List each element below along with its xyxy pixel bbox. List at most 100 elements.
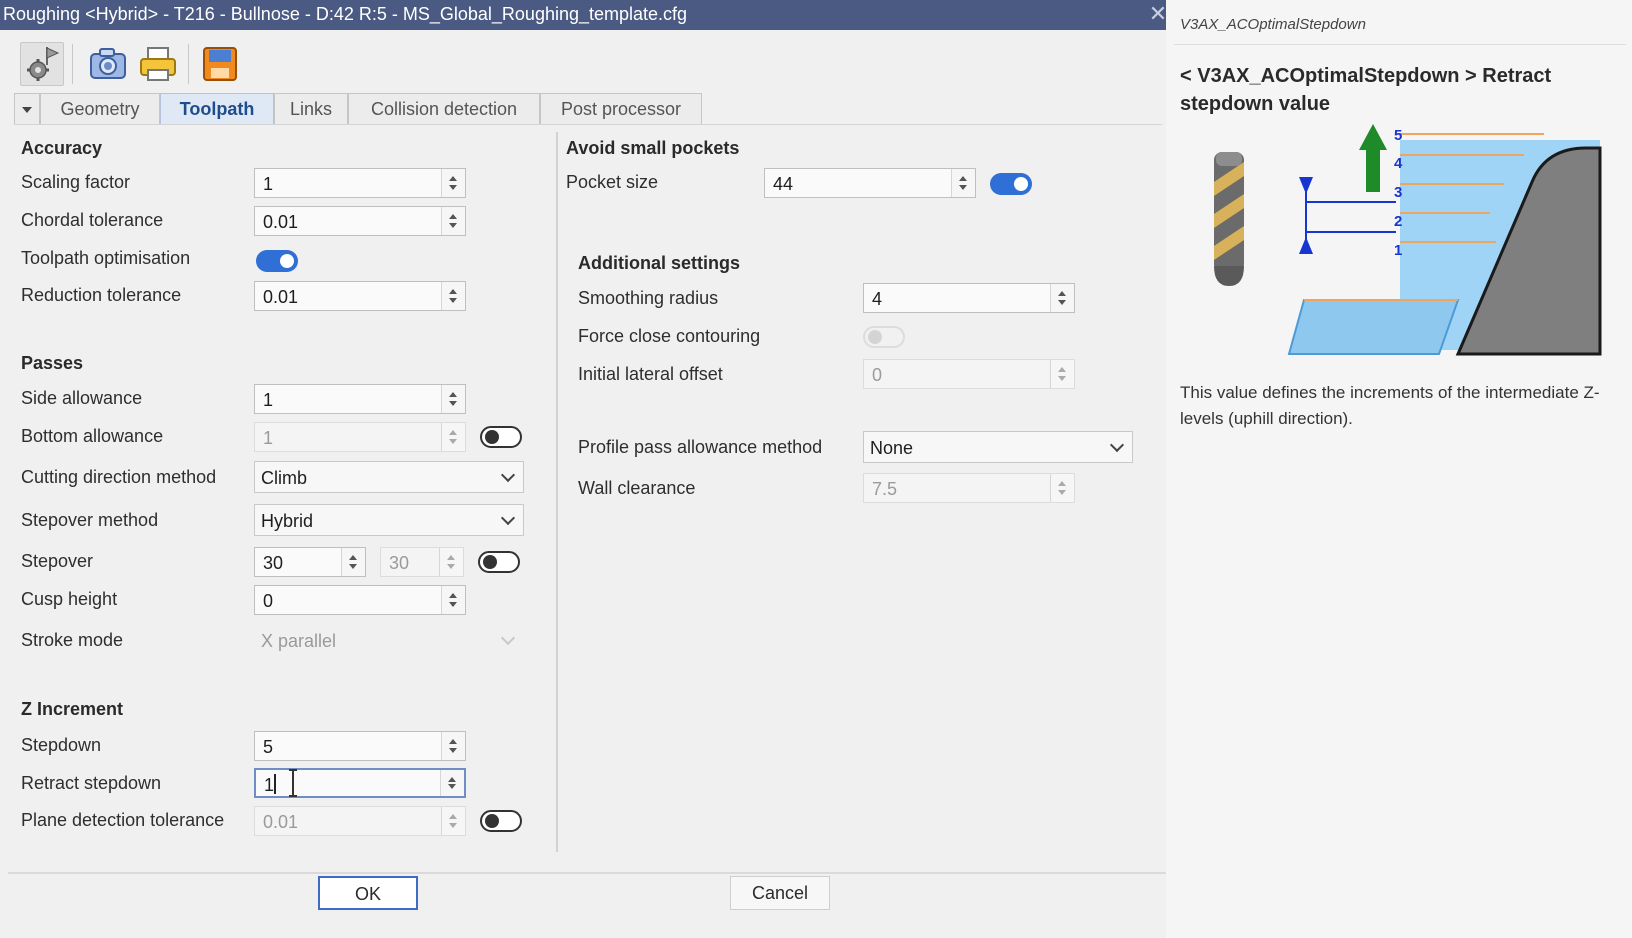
reduction-tolerance-value: 0.01	[263, 287, 299, 307]
initial-lateral-offset-spinner[interactable]	[1050, 360, 1074, 388]
profile-pass-allowance-method-label: Profile pass allowance method	[578, 437, 823, 457]
help-description: This value defines the increments of the…	[1180, 383, 1600, 428]
printer-icon[interactable]	[136, 42, 180, 86]
force-close-contouring-toggle[interactable]	[863, 326, 905, 348]
stepover-method-value: Hybrid	[261, 511, 314, 531]
stepdown-spinner[interactable]	[441, 732, 465, 760]
stepdown-input[interactable]: 5	[254, 731, 466, 761]
stepover-toggle[interactable]	[478, 551, 520, 573]
stroke-mode-label: Stroke mode	[21, 630, 124, 650]
stepdown-value: 5	[263, 737, 274, 757]
camera-icon[interactable]	[86, 42, 130, 86]
stepover-spinner[interactable]	[341, 548, 365, 576]
bottom-allowance-toggle[interactable]	[480, 426, 522, 448]
cutting-direction-method-select[interactable]: Climb	[254, 461, 524, 493]
stepover-input[interactable]: 30	[254, 547, 366, 577]
stepover-secondary-spinner[interactable]	[439, 548, 463, 576]
retract-stepdown-spinner[interactable]	[440, 770, 464, 796]
chordal-tolerance-value: 0.01	[263, 212, 299, 232]
initial-lateral-offset-input[interactable]: 0	[863, 359, 1075, 389]
cancel-button[interactable]: Cancel	[730, 876, 830, 910]
toolbar-separator	[72, 44, 73, 84]
retract-stepdown-label: Retract stepdown	[21, 773, 162, 793]
column-divider	[556, 132, 558, 852]
save-icon[interactable]	[198, 42, 242, 86]
pocket-size-spinner[interactable]	[951, 169, 975, 197]
uphill-arrow-green	[1359, 124, 1387, 192]
bottom-allowance-spinner[interactable]	[441, 423, 465, 451]
chevron-down-icon	[500, 467, 516, 483]
chordal-tolerance-input[interactable]: 0.01	[254, 206, 466, 236]
chordal-tolerance-spinner[interactable]	[441, 207, 465, 235]
initial-lateral-offset-label: Initial lateral offset	[578, 364, 723, 384]
side-allowance-value: 1	[263, 390, 274, 410]
retract-stepdown-input[interactable]: 1	[254, 768, 466, 798]
tab-collision-detection[interactable]: Collision detection	[348, 93, 540, 125]
window-title: Roughing <Hybrid> - T216 - Bullnose - D:…	[3, 4, 688, 24]
stepover-label: Stepover	[21, 551, 94, 571]
stepover-secondary-input[interactable]: 30	[380, 547, 464, 577]
stepover-secondary-value: 30	[389, 553, 410, 573]
force-close-contouring-label: Force close contouring	[578, 326, 761, 346]
accuracy-heading: Accuracy	[21, 138, 103, 158]
tab-links[interactable]: Links	[274, 93, 348, 125]
cusp-height-spinner[interactable]	[441, 586, 465, 614]
wall-clearance-value: 7.5	[872, 479, 898, 499]
smoothing-radius-spinner[interactable]	[1050, 284, 1074, 312]
stroke-mode-value: X parallel	[261, 631, 337, 651]
cusp-height-value: 0	[263, 591, 274, 611]
side-allowance-spinner[interactable]	[441, 385, 465, 413]
wall-clearance-label: Wall clearance	[578, 478, 696, 498]
roughing-dialog: Roughing <Hybrid> - T216 - Bullnose - D:…	[0, 0, 1174, 938]
cusp-height-input[interactable]: 0	[254, 585, 466, 615]
toolpath-optimisation-toggle[interactable]	[256, 250, 298, 272]
profile-pass-allowance-method-select[interactable]: None	[863, 431, 1133, 463]
settings-flag-icon[interactable]	[20, 42, 64, 86]
scaling-factor-spinner[interactable]	[441, 169, 465, 197]
tab-strip-border	[14, 124, 1162, 125]
wall-clearance-input[interactable]: 7.5	[863, 473, 1075, 503]
wall-clearance-spinner[interactable]	[1050, 474, 1074, 502]
smoothing-radius-value: 4	[872, 289, 883, 309]
diagram-level-3: 3	[1394, 184, 1402, 201]
plane-detection-tolerance-label: Plane detection tolerance	[21, 810, 225, 830]
plane-detection-tolerance-toggle[interactable]	[480, 810, 522, 832]
tab-geometry[interactable]: Geometry	[40, 93, 160, 125]
stepover-method-select[interactable]: Hybrid	[254, 504, 524, 536]
smoothing-radius-input[interactable]: 4	[863, 283, 1075, 313]
help-header: V3AX_ACOptimalStepdown	[1180, 16, 1366, 33]
diagram-level-1: 1	[1394, 242, 1402, 259]
pocket-size-value: 44	[773, 174, 794, 194]
cutting-direction-method-value: Climb	[261, 468, 308, 488]
tab-toolpath[interactable]: Toolpath	[160, 93, 274, 125]
z-increment-heading: Z Increment	[21, 699, 124, 719]
scaling-factor-input[interactable]: 1	[254, 168, 466, 198]
smoothing-radius-label: Smoothing radius	[578, 288, 719, 308]
toolbar-separator	[188, 44, 189, 84]
pocket-size-toggle[interactable]	[990, 173, 1032, 195]
bullnose-tool-icon	[1214, 152, 1244, 286]
bottom-allowance-value: 1	[263, 428, 274, 448]
bottom-allowance-input[interactable]: 1	[254, 422, 466, 452]
chevron-down-icon	[22, 107, 32, 114]
stepover-value: 30	[263, 553, 284, 573]
help-title: < V3AX_ACOptimalStepdown > Retract stepd…	[1180, 65, 1552, 115]
tab-post-processor[interactable]: Post processor	[540, 93, 702, 125]
side-allowance-input[interactable]: 1	[254, 384, 466, 414]
pocket-size-label: Pocket size	[566, 172, 659, 192]
cutting-direction-method-label: Cutting direction method	[21, 467, 217, 487]
reduction-tolerance-input[interactable]: 0.01	[254, 281, 466, 311]
initial-lateral-offset-value: 0	[872, 365, 883, 385]
plane-detection-tolerance-spinner[interactable]	[441, 807, 465, 835]
diagram-level-2: 2	[1394, 213, 1402, 230]
plane-detection-tolerance-input[interactable]: 0.01	[254, 806, 466, 836]
help-header-divider	[1174, 44, 1626, 45]
pocket-size-input[interactable]: 44	[764, 168, 976, 198]
reduction-tolerance-spinner[interactable]	[441, 282, 465, 310]
stroke-mode-select[interactable]: X parallel	[254, 624, 524, 656]
tab-overflow-menu[interactable]	[14, 93, 40, 125]
retract-stepdown-diagram: 1 2 3 4 5	[1214, 124, 1602, 356]
ibeam-cursor-icon	[289, 769, 297, 797]
profile-pass-allowance-method-value: None	[870, 438, 914, 458]
ok-button[interactable]: OK	[318, 876, 418, 910]
